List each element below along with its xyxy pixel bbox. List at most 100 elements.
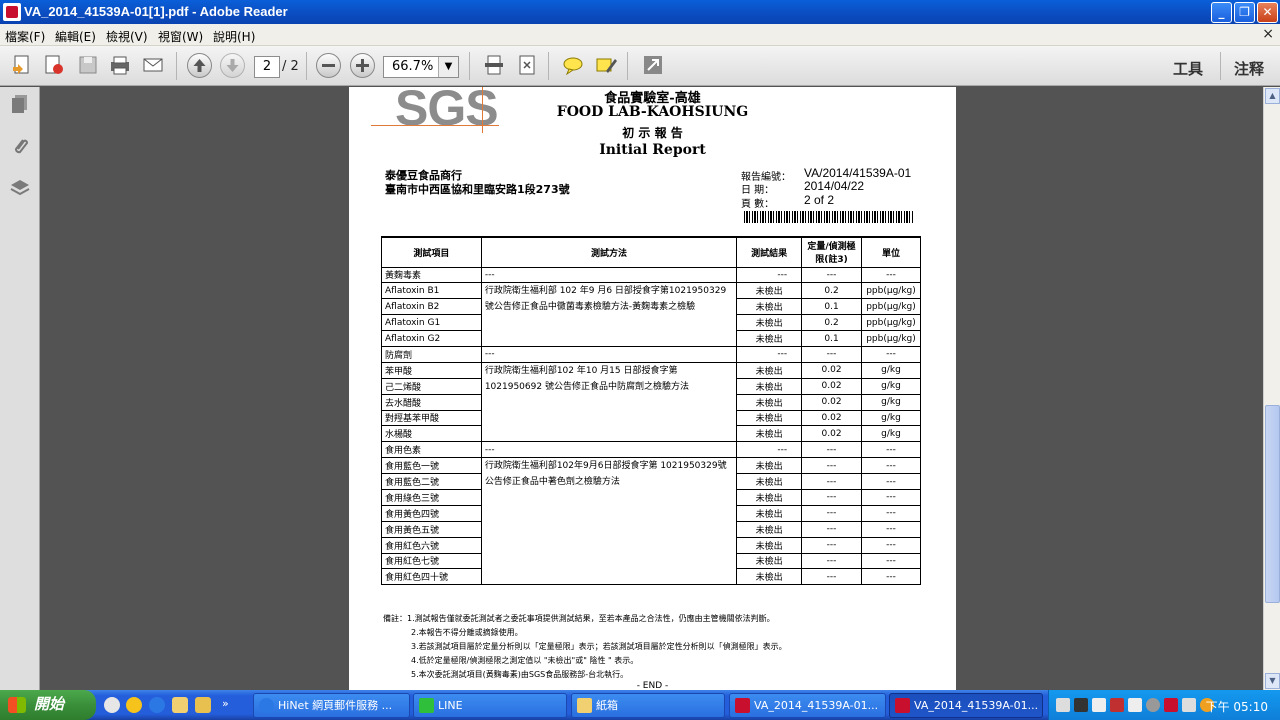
taskbar-item-hinet[interactable]: HiNet 網頁郵件服務 ... [253, 693, 410, 718]
result-cell: 未檢出 [736, 393, 803, 411]
taskbar-item-folder[interactable]: 紙箱 [571, 693, 725, 718]
vertical-scrollbar[interactable]: ▲ ▼ [1263, 87, 1280, 690]
speaker-icon[interactable] [1182, 698, 1196, 712]
adobe-reader-icon [3, 3, 21, 21]
title-bar: VA_2014_41539A-01[1].pdf - Adobe Reader … [0, 0, 1280, 24]
result-cell: 未檢出 [736, 298, 803, 316]
folder-icon[interactable] [195, 697, 211, 713]
toolbar-separator [176, 52, 177, 80]
restore-button[interactable]: ❐ [1234, 2, 1255, 23]
column-header: 測試項目 [381, 236, 482, 268]
toolbar-separator [1220, 52, 1221, 80]
result-cell: 未檢出 [736, 457, 803, 475]
lab-name-en: FOOD LAB-KAOHSIUNG [556, 104, 749, 120]
folder-icon[interactable] [172, 697, 188, 713]
limit-cell: --- [801, 504, 862, 522]
scroll-up-icon[interactable]: ▲ [1265, 88, 1280, 104]
scrollbar-thumb[interactable] [1265, 405, 1280, 603]
limit-cell: --- [801, 536, 862, 554]
minimize-button[interactable]: _ [1211, 2, 1232, 23]
unit-cell: --- [860, 520, 922, 538]
chevron-down-icon[interactable]: ▼ [438, 57, 458, 77]
attachments-paperclip-icon[interactable] [8, 135, 32, 159]
unit-cell: ppb(μg/kg) [860, 282, 922, 300]
adobe-tray-icon[interactable] [1164, 698, 1178, 712]
close-button[interactable]: ✕ [1257, 2, 1278, 23]
unit-cell: g/kg [860, 361, 922, 379]
item-cell: 食用藍色一號 [381, 457, 482, 475]
date-value: 2014/04/22 [804, 179, 865, 193]
open-file-icon[interactable] [9, 53, 35, 79]
result-cell: --- [736, 441, 803, 459]
print-icon[interactable] [107, 53, 133, 79]
table-row: 食用藍色一號 行政院衛生福利部102年9月6日部授食字第 1021950329號… [381, 457, 922, 586]
start-button[interactable]: 開始 [0, 690, 96, 720]
page-thumbnails-icon[interactable] [8, 93, 32, 117]
create-pdf-icon[interactable] [41, 53, 67, 79]
limit-cell: 0.02 [801, 425, 862, 443]
comment-pane-button[interactable]: 注释 [1234, 58, 1264, 79]
method-cell: 行政院衛生福利部102 年10 月15 日部授食字第 1021950692 號公… [480, 361, 738, 443]
result-cell: --- [736, 345, 803, 363]
method-cell: 行政院衛生福利部 102 年9 月6 日部授食字第1021950329 號公告修… [480, 282, 738, 347]
report-title-en: Initial Report [599, 142, 706, 158]
page-count-value: 2 of 2 [804, 193, 835, 207]
unit-cell: g/kg [860, 425, 922, 443]
unit-cell: --- [860, 441, 922, 459]
quicklaunch-app-icon[interactable] [104, 697, 120, 713]
column-header: 定量/偵測極限(註3) [801, 236, 862, 268]
zoom-out-icon[interactable] [316, 53, 341, 78]
zoom-in-icon[interactable] [350, 53, 375, 78]
help-icon[interactable] [1092, 698, 1106, 712]
note-line: 2.本報告不得分離或摘錄使用。 [411, 628, 523, 637]
toolbar: 2 / 2 66.7% ▼ 工具 注释 [0, 46, 1280, 86]
end-mark: - END - [636, 681, 669, 690]
unit-cell: --- [860, 473, 922, 490]
taskbar-item-pdf-2[interactable]: VA_2014_41539A-01... [889, 693, 1043, 718]
page-number-input[interactable]: 2 [254, 56, 280, 78]
result-cell: 未檢出 [736, 473, 803, 490]
result-cell: 未檢出 [736, 552, 803, 570]
messenger-icon[interactable] [126, 697, 142, 713]
item-cell: Aflatoxin B2 [381, 298, 482, 316]
item-cell: 食用黃色五號 [381, 520, 482, 538]
item-cell: Aflatoxin G2 [381, 330, 482, 347]
start-label: 開始 [34, 696, 65, 713]
comment-bubble-icon[interactable] [560, 53, 586, 79]
menu-window[interactable]: 視窗(W) [158, 28, 203, 45]
limit-cell: --- [801, 345, 862, 363]
taskbar-item-line[interactable]: LINE [413, 693, 567, 718]
media-icon[interactable] [1146, 698, 1160, 712]
tools-pane-button[interactable]: 工具 [1173, 58, 1203, 79]
unit-cell: ppb(μg/kg) [860, 298, 922, 316]
fit-width-icon[interactable] [481, 53, 507, 79]
highlight-pen-icon[interactable] [593, 53, 619, 79]
limit-cell: 0.02 [801, 409, 862, 427]
taskbar-item-pdf-1[interactable]: VA_2014_41539A-01... [729, 693, 886, 718]
fullscreen-icon[interactable] [640, 53, 666, 79]
chevron-double-right-icon[interactable]: » [222, 697, 232, 713]
menu-help[interactable]: 說明(H) [213, 28, 255, 45]
item-cell: 食用黃色四號 [381, 504, 482, 522]
layers-icon[interactable] [8, 177, 32, 201]
keyboard-icon[interactable] [1056, 698, 1070, 712]
menu-view[interactable]: 檢視(V) [106, 28, 148, 45]
previous-page-icon[interactable] [187, 53, 212, 78]
save-icon[interactable] [75, 53, 101, 79]
zoom-select[interactable]: 66.7% ▼ [383, 56, 459, 78]
email-icon[interactable] [140, 53, 166, 79]
next-page-icon[interactable] [220, 53, 245, 78]
result-cell: 未檢出 [736, 520, 803, 538]
scroll-down-icon[interactable]: ▼ [1265, 673, 1280, 689]
page-count-label: 頁 數： [741, 199, 775, 210]
menu-file[interactable]: 檔案(F) [5, 28, 45, 45]
security-icon[interactable] [1110, 698, 1124, 712]
internet-explorer-icon[interactable] [149, 697, 165, 713]
result-cell: 未檢出 [736, 409, 803, 427]
note-line: 備註：1.測試報告僅就委託測試者之委託事項提供測試結果，至若本產品之合法性，仍應… [383, 614, 775, 623]
fit-page-icon[interactable] [514, 53, 540, 79]
menu-edit[interactable]: 編輯(E) [55, 28, 96, 45]
input-method-icon[interactable] [1074, 698, 1088, 712]
document-close-icon[interactable]: × [1262, 26, 1274, 42]
network-icon[interactable] [1128, 698, 1142, 712]
